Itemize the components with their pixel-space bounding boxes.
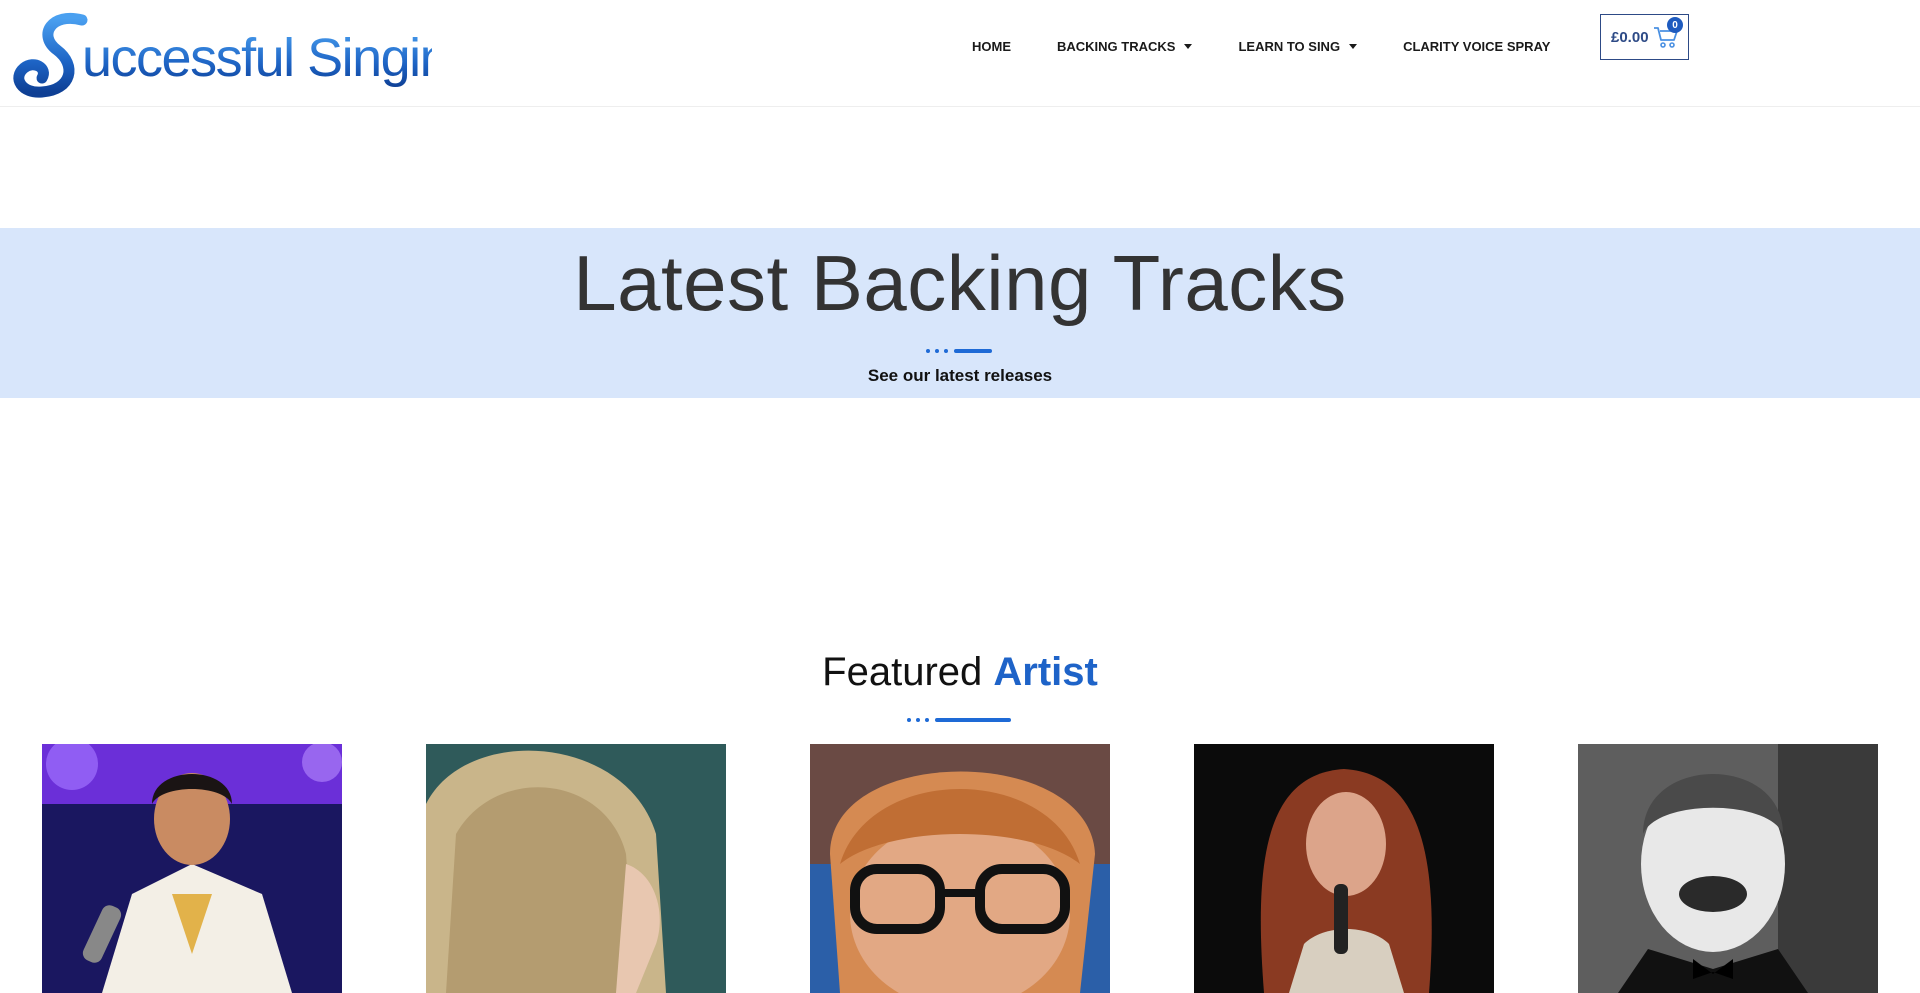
nav-backing-tracks-label: BACKING TRACKS [1057,38,1176,54]
site-header: uccessful Singing HOME BACKING TRACKS LE… [0,0,1920,107]
featured-title-accent: Artist [993,650,1098,694]
nav-clarity-voice-spray[interactable]: CLARITY VOICE SPRAY [1403,39,1550,54]
main-nav: HOME BACKING TRACKS LEARN TO SING CLARIT… [955,34,1550,58]
nav-home-label: HOME [972,38,1011,54]
chevron-down-icon [1184,43,1193,49]
site-logo[interactable]: uccessful Singing [12,10,478,102]
featured-title-plain: Featured [822,650,983,694]
artist-photo-3[interactable] [810,744,1110,993]
nav-backing-tracks[interactable]: BACKING TRACKS [1057,38,1193,54]
logo-text: uccessful Singing [82,28,432,88]
nav-home[interactable]: HOME [972,39,1011,54]
artist-photo-5[interactable] [1578,744,1878,993]
logo-graphic: uccessful Singing [13,12,478,98]
artist-photo-4[interactable] [1194,744,1494,993]
artist-photo-2[interactable] [426,744,726,993]
banner-divider [926,349,992,353]
artist-photo-1[interactable] [42,744,342,993]
chevron-down-icon [1349,43,1358,49]
nav-clarity-voice-spray-label: CLARITY VOICE SPRAY [1403,38,1551,54]
nav-learn-to-sing-label: LEARN TO SING [1238,38,1341,54]
banner-title: Latest Backing Tracks [573,239,1347,327]
cart-price: £0.00 [1611,28,1649,46]
nav-learn-to-sing[interactable]: LEARN TO SING [1238,38,1358,54]
latest-tracks-banner: Latest Backing Tracks See our latest rel… [0,228,1920,398]
featured-divider [907,718,1011,722]
banner-subtitle: See our latest releases [867,366,1053,385]
cart-count-badge: 0 [1667,17,1683,33]
featured-artist-heading: Featured Artist [0,650,1920,695]
